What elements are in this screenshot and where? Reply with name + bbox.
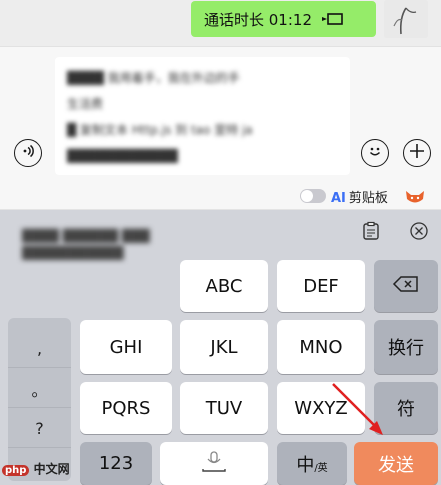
clipboard-icon[interactable]	[360, 220, 382, 242]
lang-label: 中	[296, 454, 315, 476]
space-key[interactable]	[160, 442, 268, 485]
voice-button[interactable]	[14, 139, 42, 167]
number-key[interactable]: 123	[80, 442, 152, 485]
punctuation-panel: , 。 ? !	[8, 318, 71, 481]
key-tuv[interactable]: TUV	[180, 382, 268, 434]
message-line-2: 生活费	[67, 97, 104, 111]
key-ghi[interactable]: GHI	[80, 320, 172, 374]
key-pqrs[interactable]: PQRS	[80, 382, 172, 434]
backspace-key[interactable]	[374, 260, 438, 312]
punct-question[interactable]: ?	[8, 410, 71, 448]
ai-clipboard-toggle[interactable]	[300, 189, 326, 203]
message-line-1: ████ 我用着手，我在外边的手	[67, 71, 240, 85]
message-line-3: █ 复制文本 Http.js 到 tao 里特 ja	[67, 123, 253, 137]
key-def[interactable]: DEF	[277, 260, 365, 312]
plus-icon	[408, 142, 426, 164]
candidate-line-2: ███████████	[22, 246, 124, 260]
message-line-4: ████████████	[67, 149, 178, 163]
key-abc[interactable]: ABC	[180, 260, 268, 312]
clipboard-label: 剪贴板	[348, 191, 388, 206]
candidate-preview[interactable]: ████ ██████ ███ ███████████	[22, 228, 172, 262]
video-call-icon	[320, 11, 344, 27]
language-switch-key[interactable]: 中/英	[277, 442, 347, 485]
call-duration-text: 通话时长 01:12	[204, 10, 312, 29]
return-key[interactable]: 换行	[374, 320, 438, 374]
php-watermark-logo: php 中文网	[2, 460, 70, 477]
microphone-icon	[200, 450, 228, 477]
annotation-arrow	[332, 383, 383, 435]
send-button[interactable]: 发送	[354, 442, 438, 485]
key-mno[interactable]: MNO	[277, 320, 365, 374]
punct-comma[interactable]: ,	[8, 330, 71, 368]
emoji-icon	[366, 142, 384, 164]
close-icon[interactable]	[408, 220, 430, 242]
message-input[interactable]: ████ 我用着手，我在外边的手 生活费 █ 复制文本 Http.js 到 ta…	[55, 57, 350, 175]
ai-prefix: AI	[331, 191, 346, 206]
voice-icon	[20, 143, 36, 163]
candidate-line-1: ████ ██████ ███	[22, 229, 150, 243]
backspace-icon	[392, 275, 420, 298]
sogou-fox-icon[interactable]	[404, 189, 426, 205]
punct-period[interactable]: 。	[8, 370, 71, 408]
ai-clipboard-label[interactable]: AI 剪贴板	[331, 187, 388, 206]
call-duration-bubble[interactable]: 通话时长 01:12	[191, 1, 376, 37]
key-jkl[interactable]: JKL	[180, 320, 268, 374]
emoji-button[interactable]	[361, 139, 389, 167]
plus-button[interactable]	[403, 139, 431, 167]
lang-sub-label: /英	[314, 463, 328, 474]
avatar[interactable]	[384, 0, 428, 38]
